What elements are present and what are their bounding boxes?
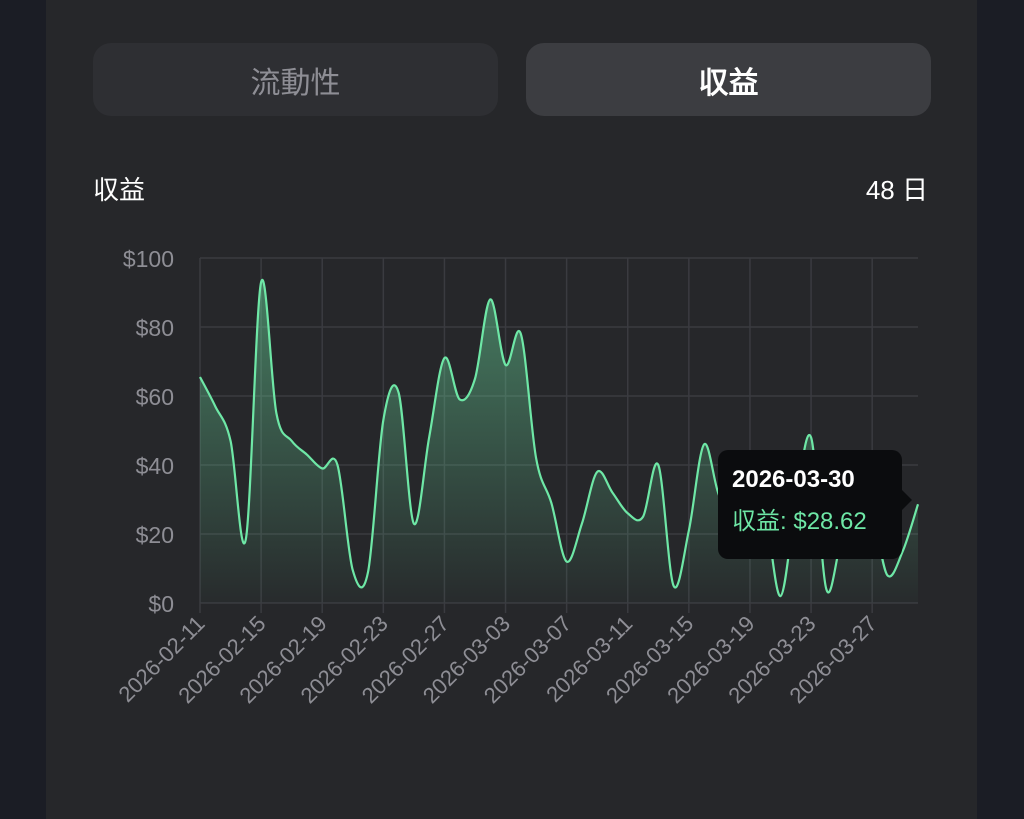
data-point [228,438,234,444]
x-axis: 2026-02-112026-02-152026-02-192026-02-23… [113,603,882,708]
data-point [503,362,509,368]
data-point [915,501,921,507]
data-point [533,455,539,461]
data-point [304,452,310,458]
tooltip-date: 2026-03-30 [732,466,855,493]
data-point [823,586,829,592]
data-point [411,521,417,527]
y-tick-label: $60 [136,384,174,410]
data-point [640,514,646,520]
data-point [579,521,585,527]
data-point [380,417,386,423]
y-tick-label: $20 [136,522,174,548]
data-point [808,434,814,440]
data-point [518,331,524,337]
data-point [778,593,784,599]
data-point [655,462,661,468]
data-point [487,296,493,302]
data-point [212,403,218,409]
data-point [457,396,463,402]
data-point [365,569,371,575]
chart-tooltip: 2026-03-30 収益: $28.62 [718,450,912,559]
y-tick-label: $80 [136,315,174,341]
data-point [319,465,325,471]
data-point [258,279,264,285]
data-point [671,583,677,589]
data-point [609,490,615,496]
data-point [243,536,249,542]
data-point [548,500,554,506]
tooltip-value: 収益: $28.62 [732,508,867,535]
y-axis: $0 $20 $40 $60 $80 $100 [123,246,174,617]
tooltip-series-label: 収益 [732,508,780,535]
data-point [564,559,570,565]
y-tick-label: $0 [148,591,174,617]
data-point [334,462,340,468]
data-point [396,390,402,396]
y-tick-label: $40 [136,453,174,479]
data-point [884,572,890,578]
tooltip-value-text: $28.62 [793,508,867,535]
data-point [441,355,447,361]
data-point [701,441,707,447]
data-point [472,376,478,382]
data-point [350,567,356,573]
data-point [289,438,295,444]
data-point [273,410,279,416]
data-point [625,510,631,516]
y-tick-label: $100 [123,246,174,272]
data-point [594,469,600,475]
data-point [197,374,203,380]
data-point [426,434,432,440]
data-point [686,528,692,534]
earnings-chart[interactable]: $0 $20 $40 $60 $80 $100 2026-02-112026-02-152… [0,0,1024,819]
